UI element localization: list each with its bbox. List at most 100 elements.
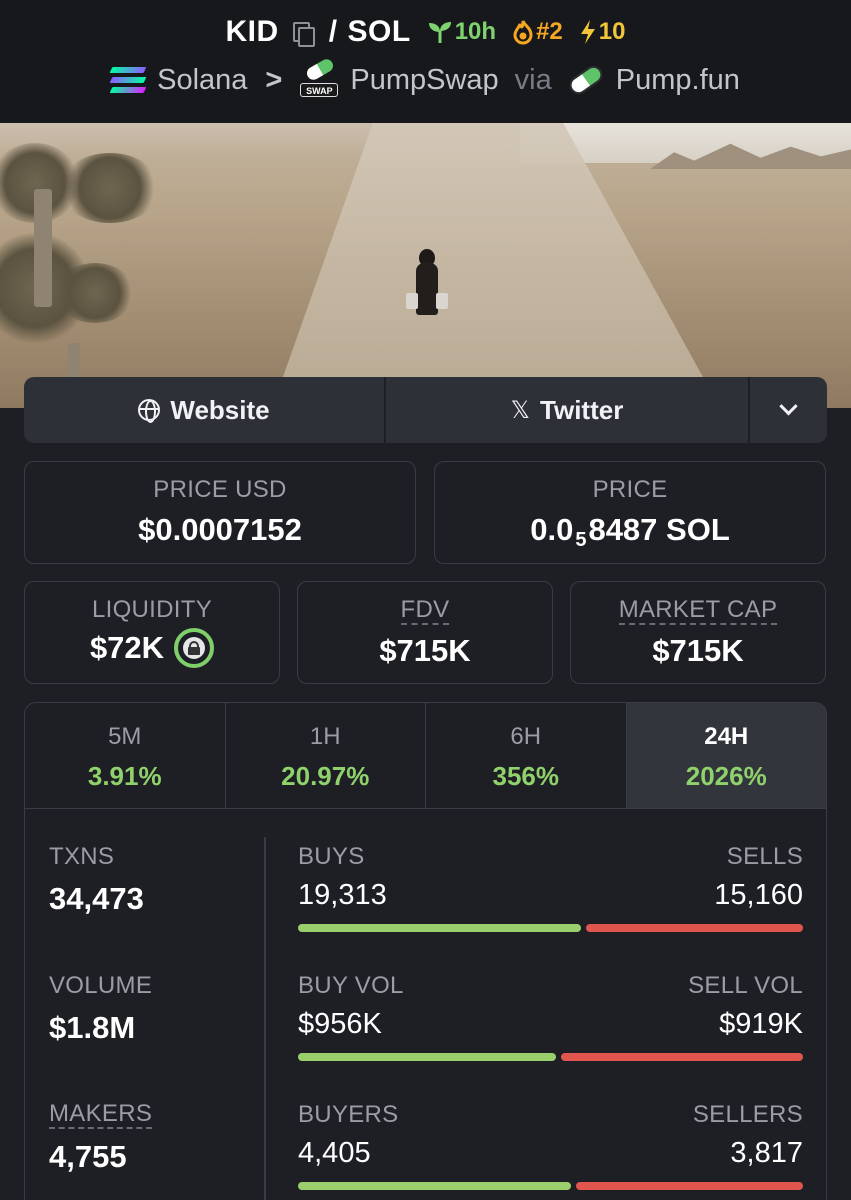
- txns-value: 34,473: [49, 881, 144, 916]
- stats-divider: [264, 837, 266, 1200]
- buys-sells-bar: [298, 924, 803, 932]
- tab-5m[interactable]: 5M 3.91%: [25, 703, 226, 808]
- volume-stat: VOLUME $1.8M: [49, 972, 249, 1046]
- buyers-bar: [298, 1182, 571, 1190]
- fdv-card: FDV $715K: [297, 581, 553, 684]
- tab-1h-change: 20.97%: [281, 761, 370, 791]
- fdv-value: $715K: [379, 633, 471, 668]
- pumpswap-icon: SWAP: [300, 56, 339, 99]
- makers-value: 4,755: [49, 1139, 127, 1174]
- txns-label: TXNS: [49, 843, 115, 870]
- timeframe-tabs: 5M 3.91% 1H 20.97% 6H 356% 24H 2026%: [25, 703, 826, 809]
- boost-count: 10: [598, 18, 626, 45]
- chevron-down-icon: [779, 396, 798, 415]
- trending-rank-badge[interactable]: #2: [512, 18, 563, 46]
- liquidity-lock-icon[interactable]: [174, 628, 215, 668]
- sell-vol-value: $919K: [719, 1008, 803, 1040]
- twitter-button[interactable]: 𝕏 Twitter: [386, 377, 750, 443]
- pair-header: KID / SOL 10h #2 10 Solana > SWAP PumpSw…: [0, 0, 851, 123]
- tab-5m-change: 3.91%: [87, 761, 162, 791]
- liquidity-card: LIQUIDITY $72K: [24, 581, 280, 684]
- website-button[interactable]: Website: [24, 377, 386, 443]
- boost-badge[interactable]: 10: [579, 18, 626, 46]
- chain-dex-row: Solana > SWAP PumpSwap via Pump.fun: [0, 56, 851, 102]
- liquidity-label: LIQUIDITY: [91, 596, 213, 623]
- sell-vol-label: SELL VOL: [688, 972, 803, 999]
- price-native-card: PRICE 0.0 5 8487 SOL: [434, 461, 826, 564]
- x-logo-icon: 𝕏: [510, 396, 531, 424]
- swap-badge-text: SWAP: [300, 83, 339, 97]
- price-native-rest: 8487 SOL: [588, 512, 730, 547]
- buyers-sellers-bar: [298, 1182, 803, 1190]
- price-usd-value: $0.0007152: [138, 512, 302, 547]
- base-symbol: KID: [225, 15, 279, 48]
- sellers-bar: [575, 1182, 803, 1190]
- chain-name[interactable]: Solana: [157, 64, 247, 97]
- sells-bar: [585, 924, 803, 932]
- launchpad-name[interactable]: Pump.fun: [616, 64, 740, 97]
- buys-label: BUYS: [298, 843, 365, 870]
- token-banner-image: [0, 123, 851, 408]
- tab-24h-change: 2026%: [685, 761, 767, 791]
- tab-1h-label: 1H: [309, 723, 341, 750]
- sell-vol-bar: [560, 1053, 803, 1061]
- solana-icon: [109, 67, 147, 93]
- trending-rank: #2: [536, 18, 563, 45]
- tab-6h-label: 6H: [510, 723, 542, 750]
- pumpfun-pill-icon: [565, 62, 606, 98]
- globe-icon: [138, 399, 161, 423]
- via-label: via: [514, 63, 552, 96]
- makers-label[interactable]: MAKERS: [49, 1101, 153, 1129]
- buys-bar: [298, 924, 581, 932]
- tab-1h[interactable]: 1H 20.97%: [226, 703, 426, 808]
- buyers-value: 4,405: [298, 1137, 371, 1169]
- tab-6h[interactable]: 6H 356%: [426, 703, 627, 808]
- copy-icon[interactable]: [291, 20, 315, 47]
- pair-age: 10h: [454, 18, 497, 45]
- tab-24h[interactable]: 24H 2026%: [626, 703, 826, 808]
- buy-sell-volume-stat: BUY VOL SELL VOL $956K $919K: [298, 972, 803, 1061]
- buy-vol-bar: [298, 1053, 556, 1061]
- timeframe-stats-panel: 5M 3.91% 1H 20.97% 6H 356% 24H 2026% TXN…: [24, 702, 827, 1200]
- price-usd-card: PRICE USD $0.0007152: [24, 461, 416, 564]
- seedling-icon: [428, 22, 451, 43]
- quote-symbol: SOL: [347, 15, 411, 48]
- buy-sell-volume-bar: [298, 1053, 803, 1061]
- txns-stat: TXNS 34,473: [49, 843, 249, 917]
- sells-value: 15,160: [714, 879, 803, 911]
- fdv-label[interactable]: FDV: [400, 597, 450, 625]
- sells-label: SELLS: [726, 843, 803, 870]
- pair-separator: /: [328, 15, 338, 48]
- chevron-right-icon: >: [265, 63, 283, 96]
- pair-age-badge: 10h: [427, 18, 496, 46]
- dex-name[interactable]: PumpSwap: [350, 64, 498, 97]
- social-links-bar: Website 𝕏 Twitter: [24, 377, 827, 443]
- buyers-label: BUYERS: [298, 1101, 399, 1128]
- volume-value: $1.8M: [49, 1010, 136, 1045]
- lightning-icon: [580, 20, 595, 44]
- tab-5m-label: 5M: [108, 723, 142, 750]
- price-native-zero-count: 5: [575, 528, 587, 551]
- price-native-prefix: 0.0: [530, 512, 574, 547]
- price-native-label: PRICE: [592, 476, 668, 503]
- walking-figure: [406, 249, 448, 327]
- sellers-value: 3,817: [730, 1137, 803, 1169]
- price-usd-label: PRICE USD: [153, 476, 287, 503]
- more-links-button[interactable]: [750, 377, 827, 443]
- volume-label: VOLUME: [49, 972, 153, 999]
- fire-icon: [513, 20, 533, 45]
- twitter-label: Twitter: [540, 394, 624, 425]
- buy-vol-value: $956K: [298, 1008, 382, 1040]
- buy-vol-label: BUY VOL: [298, 972, 404, 999]
- buys-sells-stat: BUYS SELLS 19,313 15,160: [298, 843, 803, 932]
- pair-title-row: KID / SOL 10h #2 10: [0, 10, 851, 54]
- market-cap-card: MARKET CAP $715K: [570, 581, 826, 684]
- market-cap-label[interactable]: MARKET CAP: [618, 597, 778, 625]
- tab-24h-label: 24H: [704, 723, 749, 750]
- website-label: Website: [170, 394, 270, 425]
- tab-6h-change: 356%: [492, 761, 560, 791]
- market-cap-value: $715K: [652, 633, 744, 668]
- buyers-sellers-stat: BUYERS SELLERS 4,405 3,817: [298, 1101, 803, 1190]
- liquidity-value: $72K: [89, 630, 165, 665]
- buys-value: 19,313: [298, 879, 387, 911]
